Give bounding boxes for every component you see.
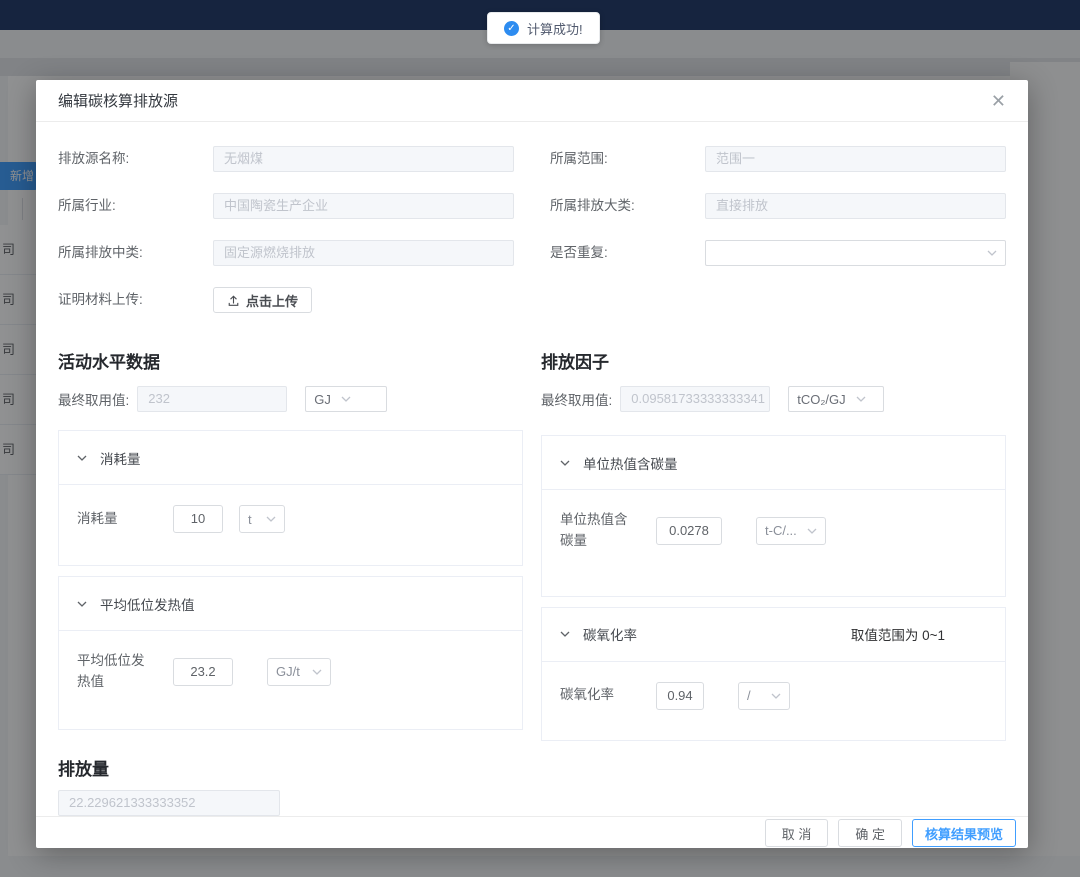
oxidation-rate-panel-title: 碳氧化率 [583,624,637,644]
duplicate-label: 是否重复: [550,240,705,266]
chevron-down-icon [266,514,276,524]
oxidation-rate-unit-select[interactable]: / [738,682,790,710]
heating-value-panel-body: 平均低位发热值 23.2 GJ/t [59,631,522,729]
upload-icon [227,294,240,307]
consumption-panel-title: 消耗量 [100,448,141,468]
activity-final-row: 最终取用值: 232 GJ [58,386,523,412]
activity-unit-value: GJ [314,392,331,407]
field-upload: 证明材料上传: 点击上传 [58,287,514,326]
mid-category-input: 固定源燃烧排放 [213,240,514,266]
confirm-button[interactable]: 确 定 [838,819,902,847]
consumption-unit-select[interactable]: t [239,505,285,533]
consumption-row-label: 消耗量 [77,509,157,530]
chevron-down-icon [807,526,817,536]
oxidation-rate-panel: 碳氧化率 取值范围为 0~1 碳氧化率 0.94 / [541,607,1006,741]
heating-value-panel-title: 平均低位发热值 [100,594,195,614]
chevron-down-icon [856,394,866,404]
factor-unit-select[interactable]: tCO₂/GJ [788,386,884,412]
oxidation-rate-row-label: 碳氧化率 [560,685,640,706]
field-industry: 所属行业: 中国陶瓷生产企业 [58,193,514,219]
check-circle-icon: ✓ [504,21,519,36]
collapse-chevron-icon [77,453,87,463]
source-info-form: 排放源名称: 无烟煤 所属范围: 范围一 所属行业: 中国陶瓷生产企业 所属排放… [58,146,1006,334]
factor-unit-value: tCO₂/GJ [797,392,845,407]
oxidation-rate-range-hint: 取值范围为 0~1 [851,624,987,644]
industry-label: 所属行业: [58,193,213,219]
heating-value-input[interactable]: 23.2 [173,658,233,686]
edit-emission-source-dialog: 编辑碳核算排放源 ✕ 排放源名称: 无烟煤 所属范围: 范围一 所属行业: 中国… [36,80,1028,848]
carbon-content-panel-title: 单位热值含碳量 [583,453,678,473]
heating-value-row-label: 平均低位发热值 [77,651,157,693]
dialog-title: 编辑碳核算排放源 [58,90,178,111]
emission-amount-input: 22.229621333333352 [58,790,280,816]
heating-value-panel: 平均低位发热值 平均低位发热值 23.2 GJ/t [58,576,523,730]
heating-value-panel-header[interactable]: 平均低位发热值 [59,577,522,631]
consumption-panel-body: 消耗量 10 t [59,485,522,565]
field-source-name: 排放源名称: 无烟煤 [58,146,514,172]
oxidation-rate-unit-value: / [747,688,751,703]
field-duplicate: 是否重复: [550,240,1006,266]
activity-unit-select[interactable]: GJ [305,386,387,412]
factor-section: 排放因子 最终取用值: 0.09581733333333341 tCO₂/GJ … [541,348,1006,741]
collapse-chevron-icon [560,629,570,639]
carbon-content-panel: 单位热值含碳量 单位热值含碳量 0.0278 t-C/... [541,435,1006,597]
toast-message: 计算成功! [527,19,583,38]
form-spacer [550,287,1006,313]
heating-value-unit-value: GJ/t [276,664,300,679]
dialog-body: 排放源名称: 无烟煤 所属范围: 范围一 所属行业: 中国陶瓷生产企业 所属排放… [36,122,1028,816]
oxidation-rate-panel-header[interactable]: 碳氧化率 取值范围为 0~1 [542,608,1005,662]
activity-section: 活动水平数据 最终取用值: 232 GJ 消耗量 消耗量 [58,348,523,741]
factor-final-input: 0.09581733333333341 [620,386,770,412]
major-category-label: 所属排放大类: [550,193,705,219]
upload-button-label: 点击上传 [246,291,298,310]
collapse-chevron-icon [560,458,570,468]
chevron-down-icon [771,691,781,701]
oxidation-rate-panel-body: 碳氧化率 0.94 / [542,662,1005,740]
consumption-input[interactable]: 10 [173,505,223,533]
success-toast: ✓ 计算成功! [487,12,600,44]
activity-section-title: 活动水平数据 [58,348,523,373]
chevron-down-icon [987,248,997,258]
industry-input: 中国陶瓷生产企业 [213,193,514,219]
carbon-content-unit-value: t-C/... [765,523,797,538]
upload-button[interactable]: 点击上传 [213,287,312,313]
result-preview-button[interactable]: 核算结果预览 [912,819,1016,847]
data-sections: 活动水平数据 最终取用值: 232 GJ 消耗量 消耗量 [58,348,1006,741]
close-icon[interactable]: ✕ [991,92,1006,110]
source-name-label: 排放源名称: [58,146,213,172]
field-mid-category: 所属排放中类: 固定源燃烧排放 [58,240,514,266]
chevron-down-icon [341,394,351,404]
activity-final-input: 232 [137,386,287,412]
consumption-unit-value: t [248,512,252,527]
carbon-content-input[interactable]: 0.0278 [656,517,722,545]
collapse-chevron-icon [77,599,87,609]
source-name-input: 无烟煤 [213,146,514,172]
emission-section-title: 排放量 [58,755,1006,780]
heating-value-unit-select[interactable]: GJ/t [267,658,331,686]
duplicate-select[interactable] [705,240,1006,266]
carbon-content-row-label: 单位热值含碳量 [560,510,640,552]
scope-label: 所属范围: [550,146,705,172]
carbon-content-panel-header[interactable]: 单位热值含碳量 [542,436,1005,490]
factor-section-title: 排放因子 [541,348,1006,373]
dialog-footer: 取 消 确 定 核算结果预览 [36,816,1028,854]
mid-category-label: 所属排放中类: [58,240,213,266]
cancel-button[interactable]: 取 消 [765,819,829,847]
factor-final-row: 最终取用值: 0.09581733333333341 tCO₂/GJ [541,386,1006,412]
factor-final-label: 最终取用值: [541,389,612,409]
scope-input: 范围一 [705,146,1006,172]
field-major-category: 所属排放大类: 直接排放 [550,193,1006,219]
field-scope: 所属范围: 范围一 [550,146,1006,172]
consumption-panel-header[interactable]: 消耗量 [59,431,522,485]
activity-final-label: 最终取用值: [58,389,129,409]
carbon-content-unit-select[interactable]: t-C/... [756,517,826,545]
major-category-input: 直接排放 [705,193,1006,219]
oxidation-rate-input[interactable]: 0.94 [656,682,704,710]
dialog-header: 编辑碳核算排放源 ✕ [36,80,1028,122]
upload-label: 证明材料上传: [58,287,213,313]
chevron-down-icon [312,667,322,677]
carbon-content-panel-body: 单位热值含碳量 0.0278 t-C/... [542,490,1005,596]
consumption-panel: 消耗量 消耗量 10 t [58,430,523,566]
